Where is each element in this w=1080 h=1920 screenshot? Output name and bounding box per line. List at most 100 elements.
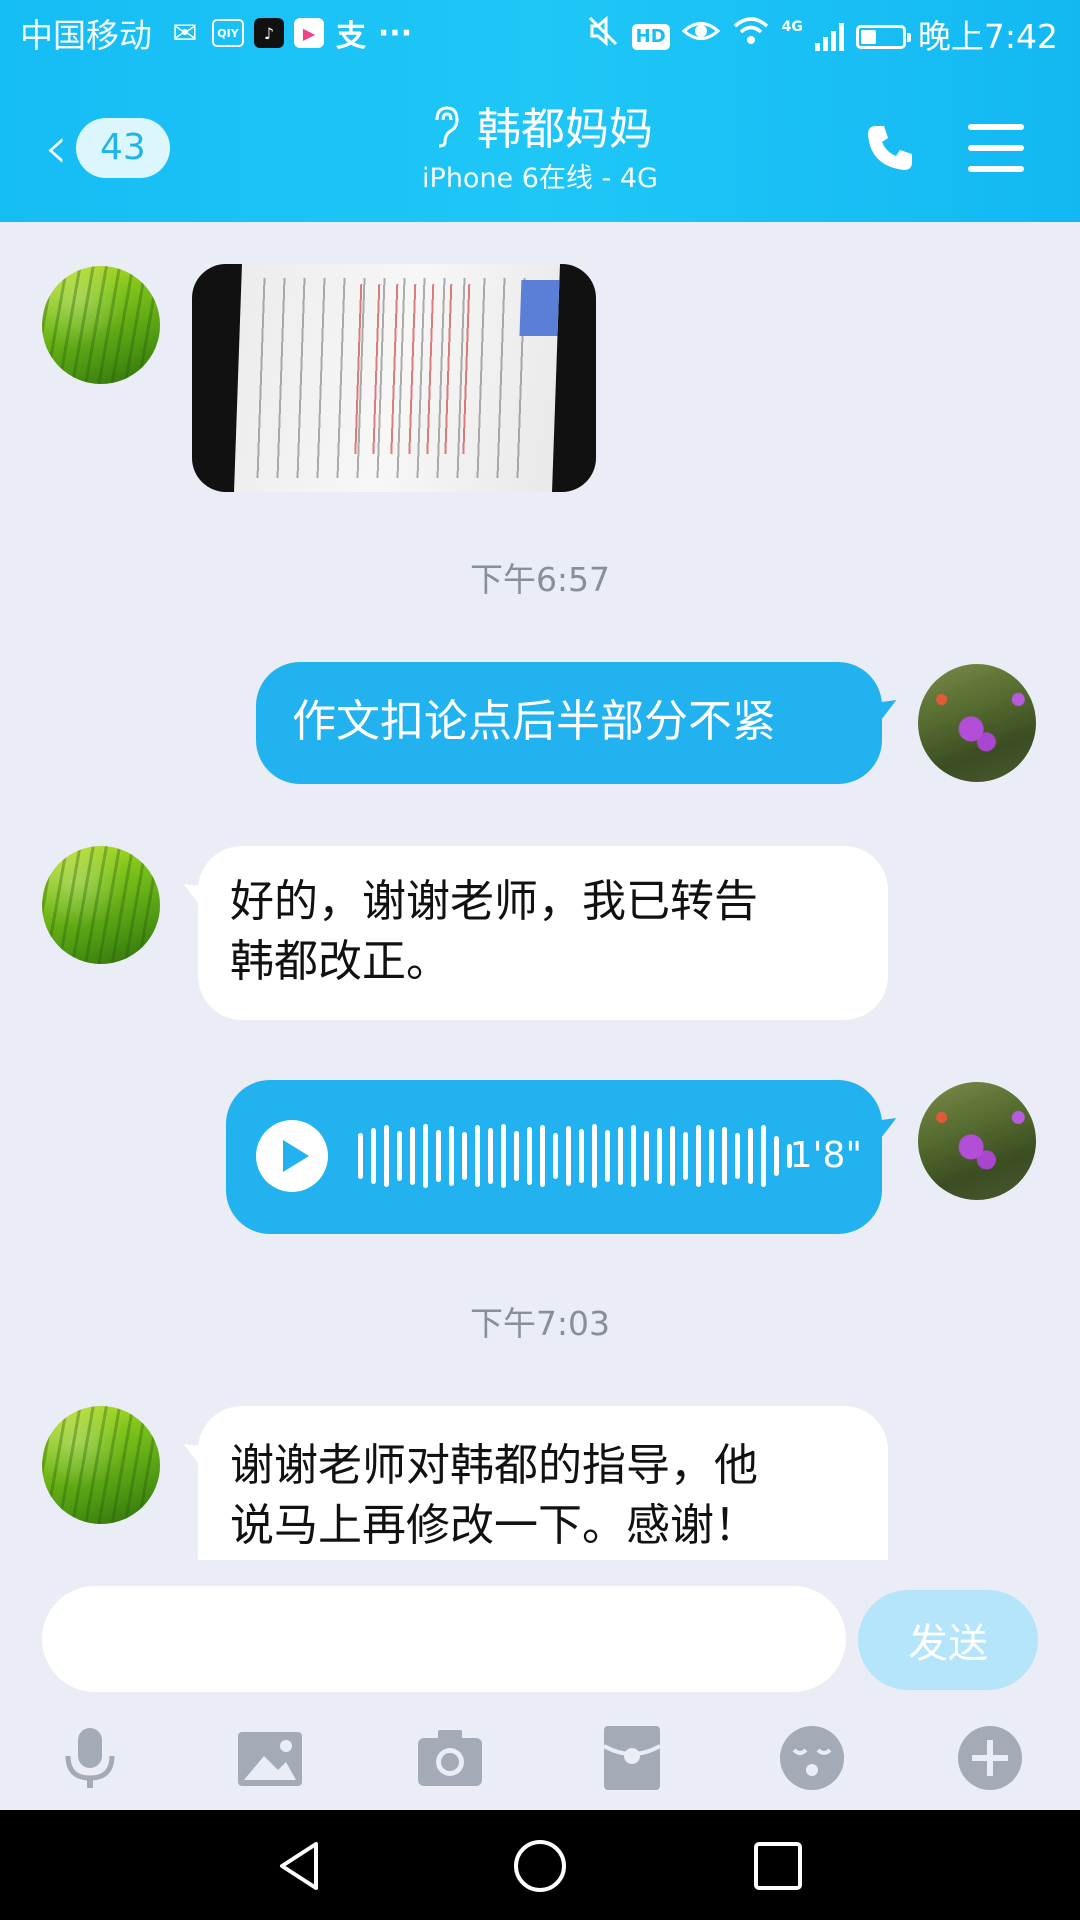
send-button[interactable]: 发送 — [858, 1590, 1038, 1690]
contact-avatar[interactable] — [42, 1406, 160, 1524]
emoji-icon[interactable] — [776, 1722, 848, 1794]
battery-icon — [855, 24, 911, 49]
video-app-icon: ▶ — [294, 18, 324, 48]
nav-back-button[interactable] — [272, 1836, 332, 1896]
message-text-line: 说马上再修改一下。感谢！ — [230, 1500, 758, 1551]
plus-icon[interactable] — [954, 1722, 1026, 1794]
online-status: iPhone 6在线 - 4G — [422, 163, 658, 194]
message-text: 作文扣论点后半部分不紧 — [292, 696, 776, 747]
hd-icon: HD — [631, 23, 670, 50]
microphone-icon[interactable] — [54, 1722, 126, 1794]
contact-avatar[interactable] — [42, 846, 160, 964]
waveform-bar — [592, 1124, 597, 1188]
waveform-bar — [605, 1130, 610, 1182]
carrier-name: 中国移动 — [20, 16, 152, 55]
message-text-line: 谢谢老师对韩都的指导，他 — [230, 1440, 758, 1491]
mute-icon — [586, 14, 620, 59]
tiktok-icon: ♪ — [254, 18, 284, 48]
wechat-icon: ✉ — [172, 15, 198, 51]
earpiece-mode-icon — [427, 104, 463, 157]
waveform-bar — [683, 1132, 688, 1180]
chevron-left-icon: ‹ — [44, 113, 68, 183]
incoming-text-message[interactable]: 谢谢老师对韩都的指导，他 说马上再修改一下。感谢！ — [198, 1406, 888, 1560]
circle-home-icon — [514, 1840, 566, 1892]
triangle-back-icon — [280, 1842, 318, 1890]
waveform-bar — [501, 1124, 506, 1188]
system-status: HD 4G 晚上7:42 — [586, 14, 1058, 59]
camera-icon[interactable] — [414, 1722, 486, 1794]
eye-icon — [681, 14, 720, 59]
signal-icon — [814, 22, 844, 51]
waveform-bar — [644, 1131, 649, 1181]
more-icon: ··· — [377, 15, 413, 51]
waveform-bar — [423, 1124, 428, 1188]
image-icon[interactable] — [234, 1722, 306, 1794]
back-button[interactable]: ‹ 43 — [44, 116, 204, 180]
input-area: 发送 — [0, 1560, 1080, 1810]
menu-button[interactable] — [968, 120, 1024, 176]
incoming-text-message[interactable]: 好的，谢谢老师，我已转告 韩都改正。 — [198, 846, 888, 1020]
notification-icons: ✉ QIY ♪ ▶ 支 ··· — [168, 15, 413, 55]
my-avatar[interactable] — [918, 664, 1036, 782]
input-toolbar — [0, 1712, 1080, 1802]
square-recents-icon — [754, 1842, 802, 1890]
waveform — [358, 1124, 792, 1188]
waveform-bar — [384, 1125, 389, 1187]
waveform-bar — [397, 1131, 402, 1181]
waveform-bar — [748, 1128, 753, 1184]
chat-title-area[interactable]: 韩都妈妈 iPhone 6在线 - 4G — [290, 102, 790, 198]
message-input[interactable] — [42, 1586, 846, 1692]
status-bar: 中国移动 ✉ QIY ♪ ▶ 支 ··· HD 4G 晚上7:42 — [0, 0, 1080, 74]
contact-name: 韩都妈妈 — [477, 104, 653, 155]
waveform-bar — [540, 1125, 545, 1187]
waveform-bar — [631, 1125, 636, 1187]
iqiyi-icon: QIY — [212, 19, 244, 47]
waveform-bar — [449, 1126, 454, 1186]
waveform-bar — [735, 1133, 740, 1179]
nav-home-button[interactable] — [510, 1836, 570, 1896]
waveform-bar — [722, 1127, 727, 1185]
contact-avatar[interactable] — [42, 266, 160, 384]
image-message[interactable] — [192, 264, 596, 492]
waveform-bar — [670, 1126, 675, 1186]
waveform-bar — [566, 1126, 571, 1186]
system-navigation-bar — [0, 1810, 1080, 1920]
chat-header: ‹ 43 韩都妈妈 iPhone 6在线 - 4G — [0, 74, 1080, 222]
message-text-line: 好的，谢谢老师，我已转告 — [230, 876, 758, 927]
waveform-bar — [774, 1136, 779, 1176]
waveform-bar — [514, 1131, 519, 1181]
outgoing-text-message[interactable]: 作文扣论点后半部分不紧 — [256, 662, 882, 784]
voice-duration: 1'8" — [789, 1135, 862, 1176]
waveform-bar — [358, 1133, 363, 1179]
red-packet-icon[interactable] — [596, 1722, 668, 1794]
nav-recents-button[interactable] — [748, 1836, 808, 1896]
alipay-icon: 支 — [336, 19, 366, 54]
play-icon[interactable] — [256, 1120, 328, 1192]
phone-call-button[interactable] — [862, 120, 918, 176]
waveform-bar — [410, 1127, 415, 1185]
waveform-bar — [709, 1129, 714, 1183]
waveform-bar — [488, 1128, 493, 1184]
top-bar: 中国移动 ✉ QIY ♪ ▶ 支 ··· HD 4G 晚上7:42 ‹ 43 韩… — [0, 0, 1080, 222]
waveform-bar — [579, 1129, 584, 1183]
phone-icon — [868, 126, 912, 170]
timestamp: 下午7:03 — [469, 1304, 611, 1343]
timestamp: 下午6:57 — [469, 560, 611, 599]
waveform-bar — [657, 1128, 662, 1184]
essay-photo — [234, 264, 560, 492]
network-type: 4G — [781, 18, 803, 35]
voice-message[interactable]: 1'8" — [226, 1080, 882, 1234]
waveform-bar — [553, 1133, 558, 1179]
waveform-bar — [527, 1127, 532, 1185]
waveform-bar — [462, 1132, 467, 1180]
waveform-bar — [696, 1125, 701, 1187]
waveform-bar — [618, 1127, 623, 1185]
message-text-line: 韩都改正。 — [230, 936, 450, 987]
wifi-icon — [732, 14, 770, 59]
my-avatar[interactable] — [918, 1082, 1036, 1200]
clock: 晚上7:42 — [917, 16, 1058, 56]
waveform-bar — [371, 1128, 376, 1184]
waveform-bar — [761, 1125, 766, 1187]
unread-count-badge: 43 — [76, 118, 170, 178]
waveform-bar — [436, 1130, 441, 1182]
